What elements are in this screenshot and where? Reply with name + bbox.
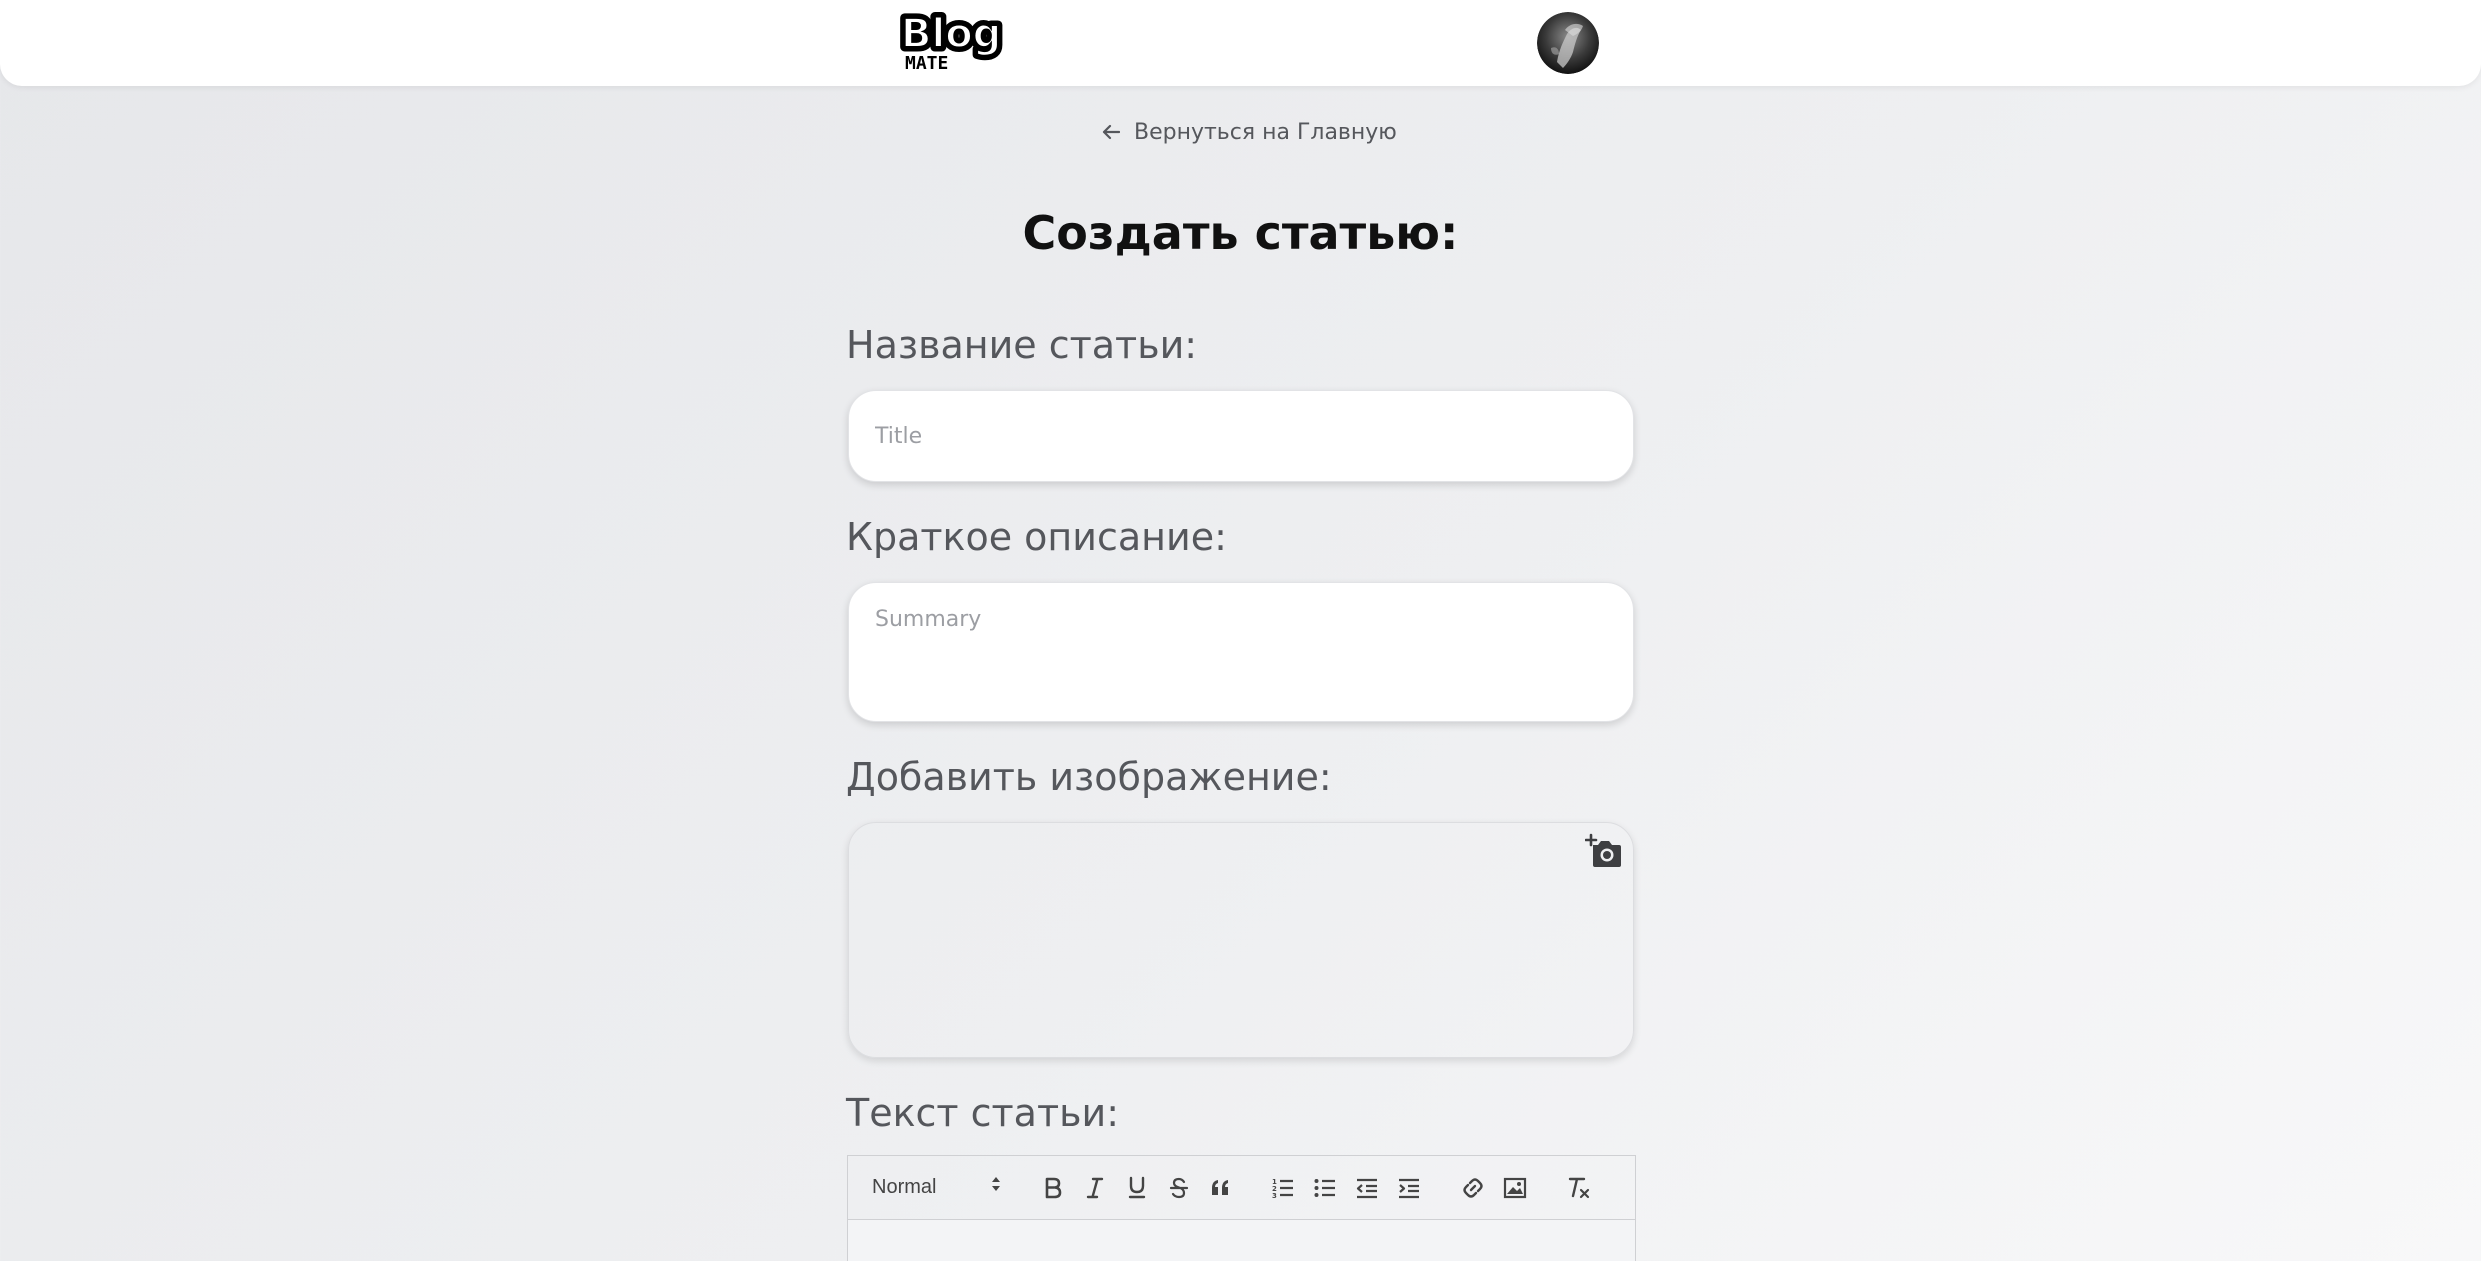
add-photo-icon[interactable] [1584, 833, 1623, 869]
page-title: Создать статью: [1022, 206, 1459, 260]
ordered-list-icon[interactable]: 123 [1268, 1173, 1298, 1203]
back-to-home-link[interactable]: Вернуться на Главную [1102, 116, 1397, 148]
indent-icon[interactable] [1394, 1173, 1424, 1203]
summary-input[interactable] [849, 583, 1633, 721]
underline-icon[interactable] [1122, 1173, 1152, 1203]
clear-format-icon[interactable] [1564, 1173, 1594, 1203]
blogmate-logo[interactable]: Blog Blog MATE [897, 7, 1015, 75]
summary-label: Краткое описание: [846, 515, 1227, 559]
title-label: Название статьи: [846, 323, 1198, 367]
editor-toolbar: Normal 123 [848, 1156, 1635, 1220]
format-select-value: Normal [872, 1175, 937, 1198]
image-icon[interactable] [1500, 1173, 1530, 1203]
summary-field-box [848, 582, 1634, 722]
link-icon[interactable] [1458, 1173, 1488, 1203]
top-navbar: Blog Blog MATE [0, 0, 2481, 86]
user-avatar[interactable] [1537, 12, 1599, 74]
rich-text-editor: Normal 123 [847, 1155, 1636, 1261]
blockquote-icon[interactable] [1206, 1173, 1236, 1203]
title-input[interactable] [849, 391, 1633, 481]
bullet-list-icon[interactable] [1310, 1173, 1340, 1203]
back-link-label: Вернуться на Главную [1134, 119, 1397, 145]
svg-text:MATE: MATE [905, 53, 948, 72]
format-select[interactable]: Normal [872, 1170, 1002, 1204]
title-field-box [848, 390, 1634, 482]
svg-text:Blog: Blog [901, 12, 1001, 57]
text-label: Текст статьи: [846, 1091, 1119, 1135]
image-label: Добавить изображение: [846, 755, 1332, 799]
arrow-left-icon [1102, 124, 1120, 140]
editor-content-area[interactable] [848, 1220, 1635, 1261]
bold-icon[interactable] [1038, 1173, 1068, 1203]
outdent-icon[interactable] [1352, 1173, 1382, 1203]
italic-icon[interactable] [1080, 1173, 1110, 1203]
image-upload-area[interactable] [848, 822, 1634, 1058]
select-arrows-icon [990, 1175, 1002, 1199]
svg-text:3: 3 [1272, 1192, 1277, 1199]
strikethrough-icon[interactable] [1164, 1173, 1194, 1203]
